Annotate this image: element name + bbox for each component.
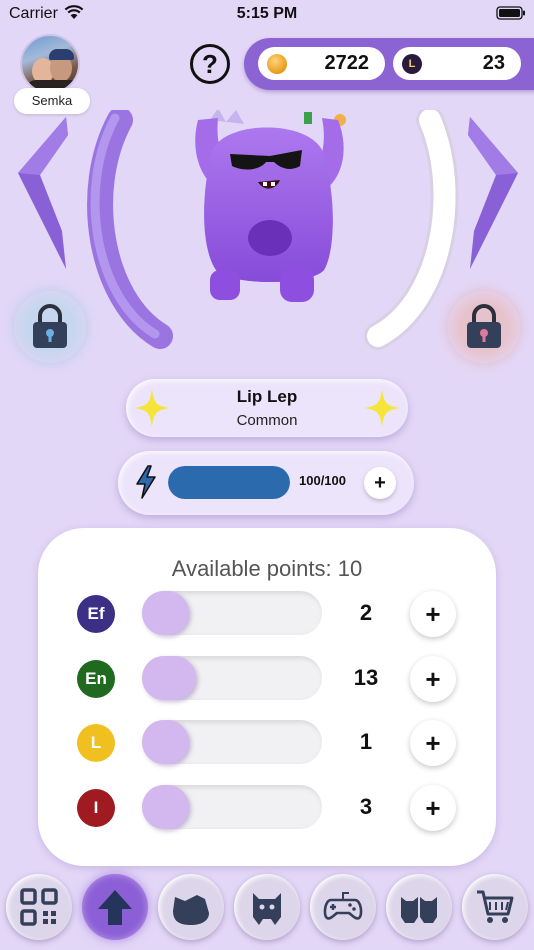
- bottom-nav: [0, 868, 534, 950]
- add-stat-en-button[interactable]: +: [410, 656, 456, 702]
- gamepad-icon: [323, 892, 363, 920]
- sparkle-icon: [364, 389, 400, 427]
- clock: 5:15 PM: [236, 5, 298, 22]
- coins-counter[interactable]: 2722: [258, 47, 385, 80]
- avatar[interactable]: [20, 34, 80, 94]
- stat-slider[interactable]: [142, 591, 322, 635]
- lock-icon: [33, 304, 67, 348]
- add-stat-i-button[interactable]: +: [410, 785, 456, 831]
- monster-stage: [87, 110, 459, 350]
- stat-value: 1: [359, 729, 373, 754]
- monster-character[interactable]: [195, 110, 346, 302]
- lock-left-button[interactable]: [14, 291, 86, 363]
- stat-slider-fill: [142, 720, 189, 764]
- coin-icon: [267, 54, 287, 74]
- battery-icon: [496, 6, 525, 20]
- stat-slider[interactable]: [142, 720, 322, 764]
- monsters-group-icon: [401, 897, 437, 923]
- lepi-value: 23: [482, 52, 505, 74]
- energy-bar: 100/100 +: [118, 451, 414, 515]
- add-stat-l-button[interactable]: +: [410, 720, 456, 766]
- upgrade-arrow-icon: [98, 890, 132, 925]
- nav-upgrade-button[interactable]: [82, 874, 148, 940]
- sparkle-icon: [134, 389, 170, 427]
- stat-slider[interactable]: [142, 785, 322, 829]
- coins-value: 2722: [324, 52, 370, 74]
- available-points-label: Available points: 10: [171, 556, 363, 581]
- stat-i-icon: I: [77, 789, 115, 827]
- stat-l-icon: L: [77, 724, 115, 762]
- stat-slider[interactable]: [142, 656, 322, 700]
- energy-track: [168, 466, 290, 499]
- nav-games-button[interactable]: [310, 874, 376, 940]
- stat-value: 2: [359, 600, 373, 625]
- qr-code-icon: [20, 888, 58, 926]
- stats-card: Available points: 10 Ef 2 + En 13 + L 1 …: [38, 528, 496, 866]
- stat-row-i: I 3 +: [38, 780, 496, 840]
- lock-right-button[interactable]: [448, 291, 520, 363]
- stat-slider-fill: [142, 785, 189, 829]
- help-button[interactable]: ?: [190, 44, 230, 84]
- stat-value: 3: [359, 794, 373, 819]
- lightning-bolt-icon: [136, 465, 156, 499]
- stat-slider-fill: [142, 656, 196, 700]
- stat-row-l: L 1 +: [38, 715, 496, 775]
- status-bar: Carrier 5:15 PM: [0, 0, 534, 30]
- right-arc: [364, 110, 459, 350]
- stat-row-ef: Ef 2 +: [38, 586, 496, 646]
- stat-ef-icon: Ef: [77, 595, 115, 633]
- currency-panel: 2722 23: [244, 38, 534, 90]
- lepi-token-icon: [402, 54, 422, 74]
- nav-shop-button[interactable]: [462, 874, 528, 940]
- nav-monster-button[interactable]: [234, 874, 300, 940]
- shopping-cart-icon: [477, 890, 514, 923]
- lock-icon: [467, 304, 501, 348]
- energy-value: 100/100: [299, 473, 346, 488]
- nav-qr-code-button[interactable]: [6, 874, 72, 940]
- nav-collection-button[interactable]: [386, 874, 452, 940]
- monster-icon: [253, 893, 281, 925]
- nav-monster-head-button[interactable]: [158, 874, 224, 940]
- add-stat-ef-button[interactable]: +: [410, 591, 456, 637]
- add-energy-button[interactable]: +: [364, 467, 396, 499]
- left-arc: [87, 110, 173, 349]
- monster-name-plate: Lip Lep Common: [126, 379, 408, 437]
- lepi-counter[interactable]: 23: [393, 47, 521, 80]
- stat-row-en: En 13 +: [38, 651, 496, 711]
- energy-fill: [168, 466, 290, 499]
- stat-slider-fill: [142, 591, 189, 635]
- stat-en-icon: En: [77, 660, 115, 698]
- monster-head-icon: [173, 895, 209, 925]
- stat-value: 13: [353, 665, 379, 690]
